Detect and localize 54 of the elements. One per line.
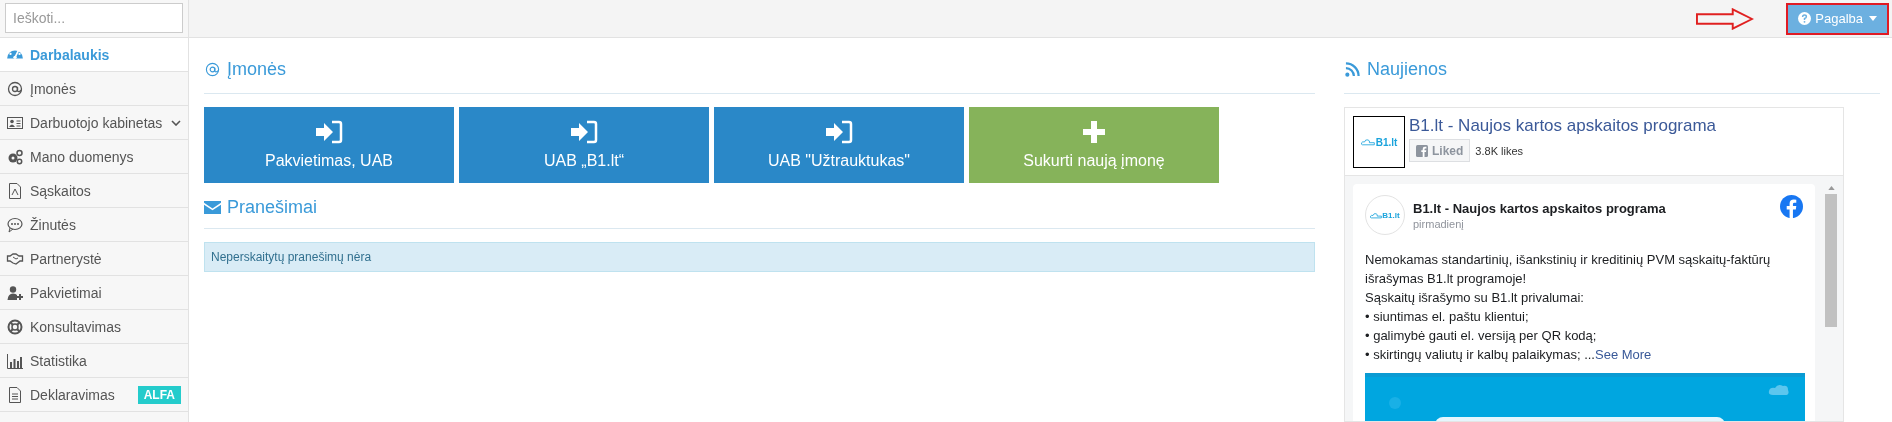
rss-icon	[1344, 62, 1361, 77]
lifebuoy-icon	[6, 318, 24, 335]
envelope-icon	[204, 200, 221, 215]
at-sign-icon	[6, 80, 24, 97]
plus-icon	[1080, 120, 1108, 144]
section-title: Pranešimai	[227, 197, 318, 218]
facebook-icon	[1780, 195, 1803, 218]
post-text: • siuntimas el. paštu klientui;	[1365, 308, 1530, 326]
alpha-badge: ALFA	[137, 385, 181, 404]
page-name-link[interactable]: B1.lt - Naujos kartos apskaitos programa	[1409, 116, 1717, 136]
handshake-icon	[6, 250, 24, 267]
post-text: Sąskaitų išrašymo su B1.lt privalumai:	[1365, 289, 1585, 307]
document-icon	[6, 182, 24, 199]
likes-count: 3.8K likes	[1475, 144, 1524, 157]
post-text: • skirtingų valiutų ir kalbų palaikymas; ...	[1365, 347, 1595, 362]
sign-in-icon	[825, 120, 853, 144]
bar-chart-icon	[6, 352, 24, 369]
section-title: Įmonės	[227, 59, 287, 80]
company-button[interactable]: UAB „B1.lt“	[459, 107, 709, 183]
question-icon	[1798, 12, 1812, 25]
sidebar-item[interactable]: Įmonės	[0, 72, 188, 106]
sidebar-item[interactable]: Partnerystė	[0, 242, 188, 276]
sign-in-icon	[570, 120, 598, 144]
arrow-annotation-icon	[1696, 7, 1755, 30]
sidebar-item[interactable]: Statistika	[0, 344, 188, 378]
search-field[interactable]: Ieškoti...	[5, 3, 183, 33]
gauge-icon	[6, 50, 24, 59]
caret-icon	[1869, 16, 1877, 21]
see-more-link[interactable]: See More	[1595, 347, 1652, 362]
sign-in-icon	[315, 120, 343, 144]
sidebar-item[interactable]: Pakvietimai	[0, 276, 188, 310]
document-icon	[6, 386, 24, 403]
add-user-icon	[6, 284, 24, 301]
company-button[interactable]: UAB "Užtrauktukas"	[714, 107, 964, 183]
post-time: pirmadienį	[1413, 218, 1465, 230]
company-button[interactable]: Pakvietimas, UAB	[204, 107, 454, 183]
info-alert: Neperskaitytų pranešimų nėra	[204, 242, 1315, 272]
sidebar-item[interactable]: Konsultavimas	[0, 310, 188, 344]
facebook-icon	[1416, 144, 1428, 157]
sidebar-item[interactable]: Deklaravimas ALFA	[0, 378, 188, 412]
sidebar-item[interactable]: Sąskaitos	[0, 174, 188, 208]
page-logo: B1.lt	[1353, 116, 1405, 168]
post-text: • galimybė gauti el. versiją per QR kodą;	[1365, 327, 1598, 345]
gears-icon	[6, 148, 24, 165]
section-title: Naujienos	[1367, 59, 1448, 80]
post-text: Nemokamas standartinių, išankstinių ir kreditinių PVM sąskaitų-faktūrų išrašymas B1.lt programoje!	[1365, 251, 1772, 288]
sidebar-item[interactable]: Žinutės	[0, 208, 188, 242]
post-author: B1.lt - Naujos kartos apskaitos programa	[1413, 201, 1667, 216]
sidebar-item[interactable]: Mano duomenys	[0, 140, 188, 174]
id-card-icon	[6, 114, 24, 131]
scroll-up-icon[interactable]	[1827, 186, 1835, 190]
at-sign-icon	[204, 62, 221, 77]
sidebar-item[interactable]: Darbuotojo kabinetas	[0, 106, 188, 140]
speech-bubble-icon	[6, 216, 24, 233]
